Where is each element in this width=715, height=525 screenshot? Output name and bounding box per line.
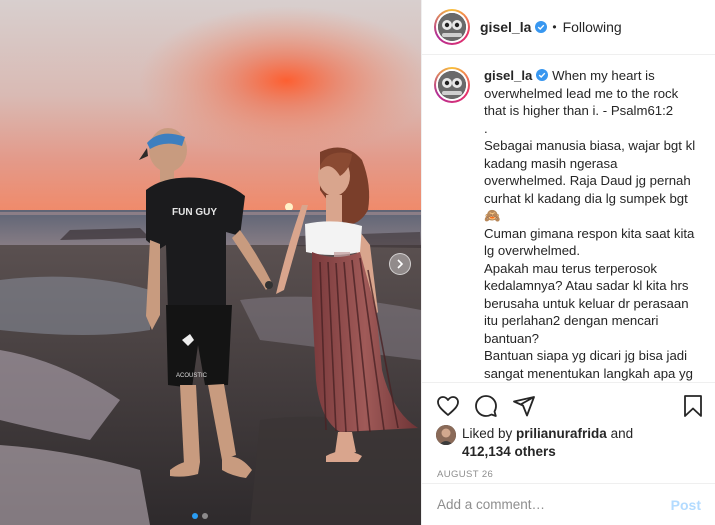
likes-count[interactable]: 412,134 others [462,444,556,459]
following-button[interactable]: Following [563,19,622,35]
liker-avatar-image [436,425,456,445]
header-separator: • [552,20,557,34]
verified-badge-icon [535,21,548,33]
carousel-indicator [192,513,208,519]
avatar[interactable] [434,9,470,45]
comment-input[interactable] [437,497,671,512]
caption-text: gisel_la When my heart is overwhelmed le… [484,67,703,382]
share-button[interactable] [512,394,536,418]
save-button[interactable] [683,394,703,423]
liker-avatar[interactable] [436,425,456,445]
comment-button[interactable] [474,394,498,418]
like-button[interactable] [436,395,460,417]
caption-username[interactable]: gisel_la [484,68,532,83]
caption-body: When my heart is overwhelmed lead me to … [484,68,696,381]
comment-icon [475,395,497,417]
photo-image: FUN GUY ACOUSTIC [0,0,421,525]
chevron-right-icon [397,259,404,269]
share-icon [513,396,535,417]
caption-verified-badge-icon [536,69,549,81]
header-username[interactable]: gisel_la [480,19,531,35]
post-side-panel: gisel_la • Following gisel_la When my he… [421,0,715,525]
carousel-dot-active [192,513,198,519]
caption-avatar[interactable] [434,67,470,103]
carousel-dot [202,513,208,519]
heart-icon [437,396,459,416]
bookmark-icon [684,395,702,417]
post-actions: Liked by prilianurafrida and 412,134 oth… [422,382,715,480]
carousel-next-button[interactable] [389,253,411,275]
post-comment-button[interactable]: Post [671,497,701,513]
avatar-image [438,13,466,41]
post-photo[interactable]: FUN GUY ACOUSTIC [0,0,421,525]
svg-text:FUN GUY: FUN GUY [172,207,217,218]
likes-summary: Liked by prilianurafrida and 412,134 oth… [422,425,715,461]
caption-scroll-area[interactable]: gisel_la When my heart is overwhelmed le… [422,55,715,382]
caption-avatar-image [438,71,466,99]
svg-text:ACOUSTIC: ACOUSTIC [176,373,208,379]
post-header: gisel_la • Following [422,0,715,55]
comment-bar: Post [422,483,715,525]
post-date[interactable]: AUGUST 26 [422,469,715,480]
